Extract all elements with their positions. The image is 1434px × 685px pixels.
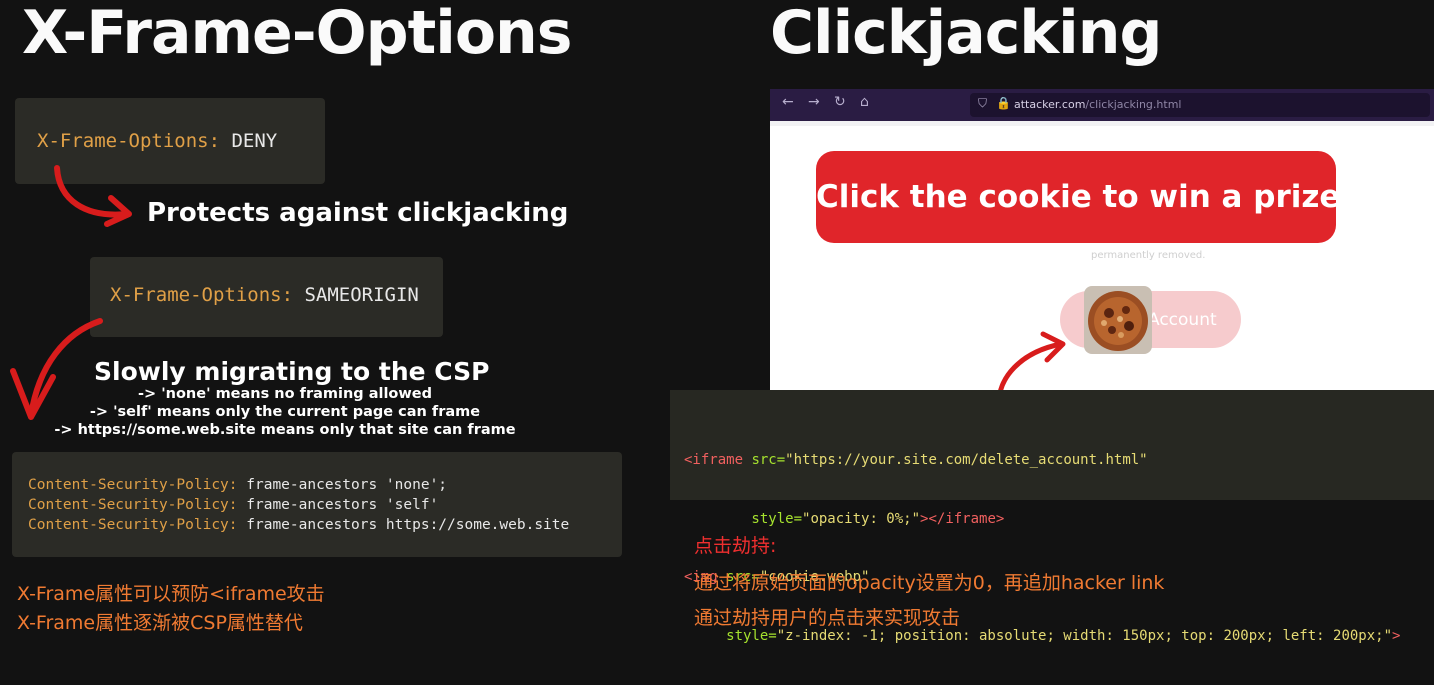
csp-line: Content-Security-Policy: frame-ancestors… — [28, 517, 570, 533]
header-key: X-Frame-Options: — [110, 284, 294, 306]
header-key: X-Frame-Options: — [37, 130, 221, 152]
bullet-item: -> 'self' means only the current page ca… — [89, 404, 481, 420]
bullet-item: -> https://some.web.site means only that… — [54, 422, 516, 438]
button-label: Account — [1148, 310, 1217, 330]
left-title: X-Frame-Options — [22, 0, 572, 68]
reload-icon[interactable]: ↻ — [834, 94, 846, 110]
browser-toolbar: ← → ↻ ⌂ ⛉ 🔒 attacker.com/clickjacking.ht… — [770, 89, 1434, 121]
caption-migrating: Slowly migrating to the CSP — [94, 357, 490, 386]
shield-icon: ⛉ — [978, 96, 988, 110]
code-line: style="opacity: 0%;"></iframe> — [684, 510, 1005, 527]
faded-page-text: permanently removed. — [1091, 250, 1206, 261]
csp-code-box: Content-Security-Policy: frame-ancestors… — [12, 452, 622, 557]
right-notes-heading: 点击劫持: — [694, 535, 777, 557]
right-notes: 通过将原始页面的opacity设置为0，再追加hacker link 通过劫持用… — [694, 566, 1164, 636]
csp-line: Content-Security-Policy: frame-ancestors… — [28, 477, 448, 493]
left-notes: X-Frame属性可以预防<iframe攻击 X-Frame属性逐渐被CSP属性… — [17, 580, 325, 638]
browser-window: ← → ↻ ⌂ ⛉ 🔒 attacker.com/clickjacking.ht… — [770, 89, 1434, 392]
note-line: X-Frame属性可以预防<iframe攻击 — [17, 583, 325, 605]
prize-banner[interactable]: Click the cookie to win a prize! — [816, 151, 1355, 243]
x-frame-sameorigin-box: X-Frame-Options: SAMEORIGIN — [90, 257, 443, 337]
forward-icon[interactable]: → — [808, 94, 820, 110]
header-value: DENY — [231, 130, 278, 152]
note-line: X-Frame属性逐渐被CSP属性替代 — [17, 612, 303, 634]
code-line: <iframe src="https://your.site.com/delet… — [684, 452, 1148, 468]
address-bar[interactable]: ⛉ 🔒 attacker.com/clickjacking.html — [970, 93, 1430, 117]
home-icon[interactable]: ⌂ — [860, 94, 869, 110]
cookie-image[interactable] — [1084, 286, 1152, 354]
note-line: 通过将原始页面的opacity设置为0，再追加hacker link — [694, 572, 1165, 594]
bullet-item: -> 'none' means no framing allowed — [137, 386, 432, 402]
back-icon[interactable]: ← — [782, 94, 794, 110]
toolbar-divider — [770, 121, 1434, 126]
bullet-list: -> 'none' means no framing allowed -> 's… — [0, 385, 570, 439]
html-code-box: <iframe src="https://your.site.com/delet… — [670, 390, 1434, 644]
csp-line: Content-Security-Policy: frame-ancestors… — [28, 497, 439, 513]
red-arrow-icon — [54, 165, 132, 227]
lock-icon: 🔒 — [996, 96, 1011, 110]
note-line: 通过劫持用户的点击来实现攻击 — [694, 607, 961, 629]
caption-protects: Protects against clickjacking — [147, 198, 569, 228]
header-value: SAMEORIGIN — [304, 284, 419, 306]
url-text: attacker.com/clickjacking.html — [1014, 98, 1182, 111]
right-title: Clickjacking — [770, 0, 1162, 68]
